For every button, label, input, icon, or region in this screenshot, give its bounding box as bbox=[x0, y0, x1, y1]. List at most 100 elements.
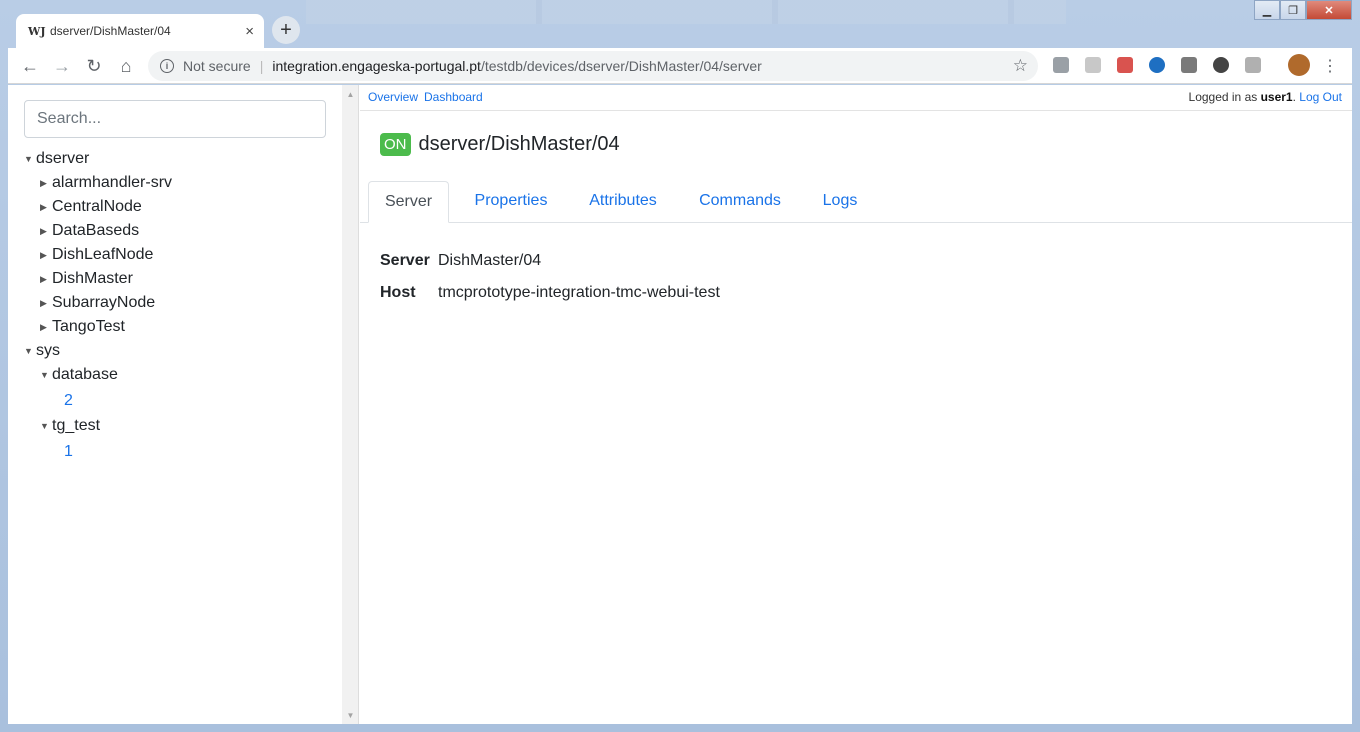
tab-server[interactable]: Server bbox=[368, 181, 449, 223]
device-header: ON dserver/DishMaster/04 bbox=[380, 133, 620, 156]
tree-node-subarraynode[interactable]: ▶ SubarrayNode bbox=[24, 291, 172, 315]
tab-title: dserver/DishMaster/04 bbox=[50, 24, 171, 38]
tree-label: database bbox=[52, 366, 118, 384]
extension-icon[interactable] bbox=[1053, 57, 1069, 73]
tab-commands[interactable]: Commands bbox=[688, 181, 792, 223]
cast-icon[interactable] bbox=[1245, 57, 1261, 73]
browser-toolbar: ← → ↻ ⌂ i Not secure | integration.engag… bbox=[8, 48, 1352, 84]
login-status: Logged in as user1. Log Out bbox=[1189, 90, 1342, 104]
info-key: Host bbox=[380, 284, 416, 301]
state-badge: ON bbox=[380, 133, 411, 156]
tree-node-databaseds[interactable]: ▶ DataBaseds bbox=[24, 219, 172, 243]
username: user1 bbox=[1260, 90, 1293, 104]
device-link[interactable]: 2 bbox=[64, 392, 73, 409]
expanded-arrow-icon[interactable]: ▼ bbox=[40, 414, 52, 438]
collapsed-arrow-icon[interactable]: ▶ bbox=[40, 243, 52, 267]
device-tabs: Server Properties Attributes Commands Lo… bbox=[360, 181, 1352, 223]
close-tab-icon[interactable]: × bbox=[245, 23, 254, 40]
server-info-table: Server DishMaster/04 Host tmcprototype-i… bbox=[380, 245, 720, 309]
browser-tab-active[interactable]: WJ dserver/DishMaster/04 × bbox=[16, 14, 264, 48]
new-tab-button[interactable]: + bbox=[272, 16, 300, 44]
scroll-down-icon[interactable]: ▼ bbox=[342, 708, 359, 722]
collapsed-arrow-icon[interactable]: ▶ bbox=[40, 315, 52, 339]
avatar[interactable] bbox=[1288, 54, 1310, 76]
tree-node-tangotest[interactable]: ▶ TangoTest bbox=[24, 315, 172, 339]
expanded-arrow-icon[interactable]: ▼ bbox=[40, 363, 52, 387]
tree-node-database[interactable]: ▼ database bbox=[24, 363, 172, 387]
device-link[interactable]: 1 bbox=[64, 443, 73, 460]
device-tree: ▼ dserver ▶ alarmhandler-srv ▶ CentralNode … bbox=[24, 147, 172, 465]
expanded-arrow-icon[interactable]: ▼ bbox=[24, 339, 36, 363]
security-label: Not secure bbox=[183, 58, 251, 74]
tree-label: DataBaseds bbox=[52, 222, 140, 240]
dashboard-link[interactable]: Dashboard bbox=[424, 90, 483, 104]
window-controls: ▁ ❐ ✕ bbox=[1254, 0, 1352, 20]
tree-device-link[interactable]: 2 bbox=[24, 387, 172, 414]
logged-in-prefix: Logged in as bbox=[1188, 90, 1261, 104]
tree-node-dishleafnode[interactable]: ▶ DishLeafNode bbox=[24, 243, 172, 267]
tree-label: SubarrayNode bbox=[52, 294, 156, 312]
tree-label: CentralNode bbox=[52, 198, 142, 216]
divider: | bbox=[259, 58, 264, 74]
back-icon[interactable]: ← bbox=[18, 54, 42, 78]
info-icon[interactable]: i bbox=[160, 59, 174, 73]
extension-icon[interactable] bbox=[1117, 57, 1133, 73]
extension-icon[interactable] bbox=[1149, 57, 1165, 73]
tab-logs[interactable]: Logs bbox=[812, 181, 868, 223]
search-input[interactable] bbox=[24, 100, 326, 138]
star-icon[interactable]: ☆ bbox=[1013, 56, 1028, 76]
url-path: /testdb/devices/dserver/DishMaster/04/se… bbox=[480, 58, 762, 74]
info-row-server: Server DishMaster/04 bbox=[380, 245, 720, 277]
tree-node-tg-test[interactable]: ▼ tg_test bbox=[24, 414, 172, 438]
collapsed-arrow-icon[interactable]: ▶ bbox=[40, 219, 52, 243]
sidebar-scrollbar[interactable]: ▲ ▼ bbox=[342, 85, 359, 724]
tree-label: TangoTest bbox=[52, 318, 125, 336]
tree-node-alarmhandler-srv[interactable]: ▶ alarmhandler-srv bbox=[24, 171, 172, 195]
tree-label: DishMaster bbox=[52, 270, 133, 288]
tree-device-link[interactable]: 1 bbox=[24, 438, 172, 465]
tree-label: dserver bbox=[36, 150, 90, 168]
device-title: dserver/DishMaster/04 bbox=[418, 133, 620, 155]
tree-label: sys bbox=[36, 342, 60, 360]
tab-attributes[interactable]: Attributes bbox=[578, 181, 668, 223]
page-viewport: ▼dserver ▶alarmhandler-srv ▶CentralNode … bbox=[8, 85, 1352, 724]
forward-icon[interactable]: → bbox=[50, 54, 74, 78]
tree-node-sys[interactable]: ▼ sys bbox=[24, 339, 172, 363]
reload-icon[interactable]: ↻ bbox=[82, 54, 106, 78]
tree-label: tg_test bbox=[52, 417, 101, 435]
close-window-button[interactable]: ✕ bbox=[1306, 0, 1352, 20]
tree-label: DishLeafNode bbox=[52, 246, 154, 264]
tab-properties[interactable]: Properties bbox=[464, 181, 558, 223]
tree-node-centralnode[interactable]: ▶ CentralNode bbox=[24, 195, 172, 219]
collapsed-arrow-icon[interactable]: ▶ bbox=[40, 267, 52, 291]
top-navigation: Overview Dashboard Logged in as user1. L… bbox=[360, 85, 1352, 111]
address-bar[interactable]: i Not secure | integration.engageska-por… bbox=[148, 51, 1038, 81]
info-row-host: Host tmcprototype-integration-tmc-webui-… bbox=[380, 277, 720, 309]
tree-node-dserver[interactable]: ▼ dserver bbox=[24, 147, 172, 171]
info-value: DishMaster/04 bbox=[438, 252, 542, 269]
period: . bbox=[1292, 90, 1296, 104]
expanded-arrow-icon[interactable]: ▼ bbox=[24, 147, 36, 171]
drive-icon[interactable] bbox=[1181, 57, 1197, 73]
info-value: tmcprototype-integration-tmc-webui-test bbox=[438, 284, 720, 301]
collapsed-arrow-icon[interactable]: ▶ bbox=[40, 291, 52, 315]
tree-node-dishmaster[interactable]: ▶ DishMaster bbox=[24, 267, 172, 291]
maximize-button[interactable]: ❐ bbox=[1280, 0, 1306, 20]
menu-icon[interactable]: ⋮ bbox=[1318, 54, 1342, 78]
background-tabs bbox=[306, 0, 1066, 24]
tree-label: alarmhandler-srv bbox=[52, 174, 173, 192]
info-key: Server bbox=[380, 252, 430, 269]
logout-link[interactable]: Log Out bbox=[1299, 90, 1342, 104]
device-sidebar: ▼dserver ▶alarmhandler-srv ▶CentralNode … bbox=[8, 85, 342, 724]
home-icon[interactable]: ⌂ bbox=[114, 54, 138, 78]
collapsed-arrow-icon[interactable]: ▶ bbox=[40, 171, 52, 195]
extension-icon[interactable] bbox=[1085, 57, 1101, 73]
tab-strip: WJ dserver/DishMaster/04 × + bbox=[8, 0, 1352, 48]
scroll-up-icon[interactable]: ▲ bbox=[342, 87, 359, 101]
minimize-button[interactable]: ▁ bbox=[1254, 0, 1280, 20]
extension-icon[interactable] bbox=[1213, 57, 1229, 73]
browser-window: WJ dserver/DishMaster/04 × + ▁ ❐ ✕ ← → ↻… bbox=[0, 0, 1360, 732]
favicon-icon: WJ bbox=[28, 24, 46, 38]
overview-link[interactable]: Overview bbox=[368, 90, 418, 104]
collapsed-arrow-icon[interactable]: ▶ bbox=[40, 195, 52, 219]
